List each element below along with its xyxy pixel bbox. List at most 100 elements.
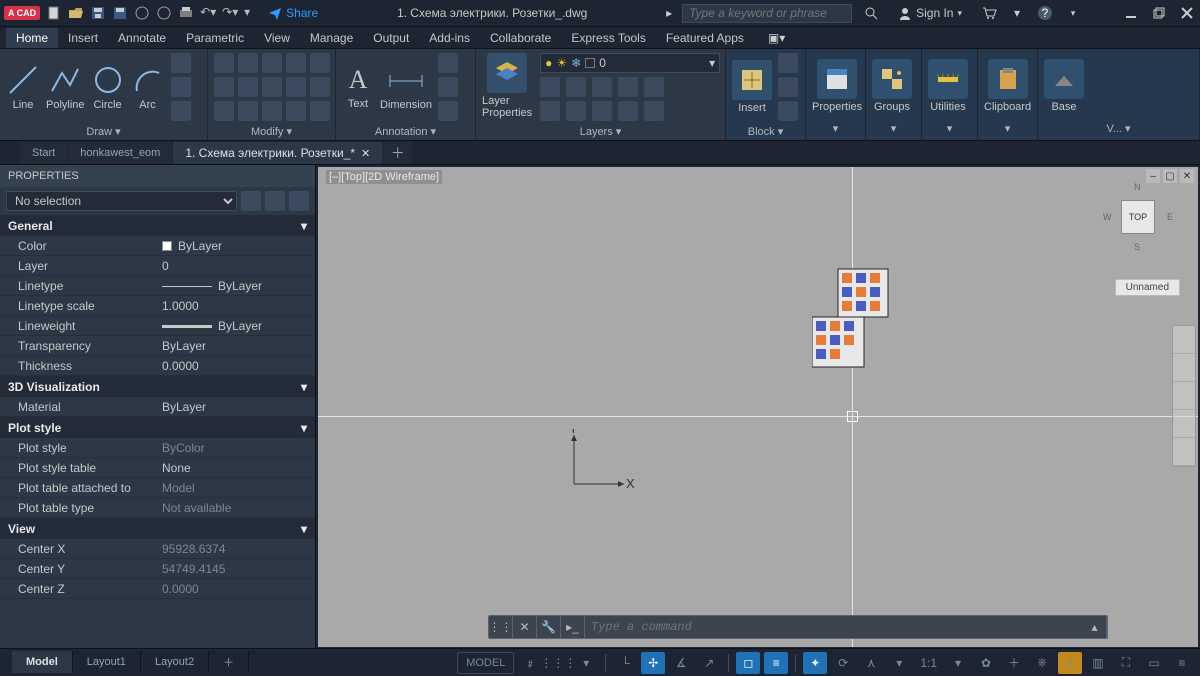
tab-manage[interactable]: Manage [300,28,363,48]
help-dropdown-icon[interactable]: ▾ [1064,4,1082,22]
window-restore-icon[interactable] [1150,4,1168,22]
grid-icon[interactable]: ﹟ [518,652,542,674]
prop-row[interactable]: Thickness0.0000 [0,356,315,376]
docname-next-icon[interactable]: ▸ [666,6,672,20]
new-icon[interactable] [46,5,62,21]
command-input[interactable] [585,620,1083,634]
cleanscreen-icon[interactable]: ▭ [1142,652,1166,674]
panel-title-draw[interactable]: Draw ▾ [0,125,207,140]
properties-button[interactable]: Properties [812,59,862,113]
3dosnap-icon[interactable]: ⋏ [859,652,883,674]
tab-view[interactable]: View [254,28,300,48]
transparency-icon[interactable]: ✦ [803,652,827,674]
drawing-area[interactable]: [–][Top][2D Wireframe] – ▢ ✕ X [316,165,1200,649]
viewcube-face[interactable]: TOP [1121,200,1155,234]
panel-title-utilities[interactable]: ▾ [922,122,977,140]
prop-row[interactable]: Plot style tableNone [0,458,315,478]
tab-collaborate[interactable]: Collaborate [480,28,561,48]
file-tab-active[interactable]: 1. Схема электрики. Розетки_*✕ [173,142,383,164]
redo-icon[interactable]: ↷▾ [222,5,238,21]
offset-icon[interactable] [310,77,330,97]
prop-row[interactable]: Plot table attached toModel [0,478,315,498]
copy-icon[interactable] [214,77,234,97]
block-tool-icon[interactable] [778,101,798,121]
cart-icon[interactable] [980,4,998,22]
modify-tool-icon[interactable] [310,101,330,121]
table-icon[interactable] [438,77,458,97]
otrack-icon[interactable]: ↗ [697,652,721,674]
tab-parametric[interactable]: Parametric [176,28,254,48]
qat-dropdown-icon[interactable]: ▾ [244,5,260,21]
prop-row[interactable]: Plot table typeNot available [0,498,315,518]
window-close-icon[interactable] [1178,4,1196,22]
fillet-icon[interactable] [262,77,282,97]
cmd-history-icon[interactable]: ▴ [1083,616,1107,638]
groups-button[interactable]: Groups [872,59,912,113]
nav-pan-icon[interactable] [1173,354,1195,382]
line-button[interactable]: Line [6,63,40,111]
layout-tab-add[interactable]: ＋ [209,651,249,673]
panel-title-modify[interactable]: Modify ▾ [208,125,335,140]
tab-annotate[interactable]: Annotate [108,28,176,48]
prop-row[interactable]: Plot styleByColor [0,438,315,458]
save-web-icon[interactable] [156,5,172,21]
cycling-icon[interactable]: ⟳ [831,652,855,674]
save-icon[interactable] [90,5,106,21]
modify-tool-icon[interactable] [286,101,306,121]
prop-row[interactable]: LinetypeByLayer [0,276,315,296]
draw-tool-icon[interactable] [171,77,191,97]
panel-title-view[interactable]: V... ▾ [1038,122,1199,140]
mirror-icon[interactable] [238,77,258,97]
layer-tool-icon[interactable] [566,101,586,121]
snapmode-icon[interactable]: ⋮⋮⋮ [546,652,570,674]
file-tab-start[interactable]: Start [20,142,68,164]
osnap-icon[interactable]: ◻ [736,652,760,674]
viewcube[interactable]: N S E W TOP [1103,182,1173,252]
panel-title-groups[interactable]: ▾ [866,122,921,140]
panel-title-block[interactable]: Block ▾ [726,125,805,140]
utilities-button[interactable]: Utilities [928,59,968,113]
hardware-accel-icon[interactable]: ⛶ [1114,652,1138,674]
quickselect-icon[interactable] [241,191,261,211]
close-icon[interactable]: ✕ [361,147,370,160]
nav-zoom-icon[interactable] [1173,382,1195,410]
leader-icon[interactable] [438,53,458,73]
isolate-icon[interactable]: ▥ [1086,652,1110,674]
prop-group-header[interactable]: Plot style▾ [0,417,315,438]
prop-row[interactable]: Layer0 [0,256,315,276]
cmd-handle-icon[interactable]: ⋮⋮ [489,616,513,638]
annomonitor-icon[interactable]: ＋ [1002,652,1026,674]
infer-icon[interactable]: ▾ [574,652,598,674]
cmd-close-icon[interactable]: ✕ [513,616,537,638]
units-icon[interactable]: ⎈ [1030,652,1054,674]
tab-home[interactable]: Home [6,28,58,48]
viewport-label[interactable]: [–][Top][2D Wireframe] [326,170,442,184]
layer-make-current-icon[interactable] [618,77,638,97]
tab-featured-apps[interactable]: Featured Apps [656,28,754,48]
selection-combo[interactable]: No selection [6,191,237,211]
prop-group-header[interactable]: View▾ [0,518,315,539]
tab-addins[interactable]: Add-ins [419,28,480,48]
viewport-minimize-icon[interactable]: – [1146,169,1160,183]
stretch-icon[interactable] [214,101,234,121]
draw-tool-icon[interactable] [171,53,191,73]
customize-status-icon[interactable]: ≡ [1170,652,1194,674]
viewcube-e[interactable]: E [1167,212,1173,222]
layer-tool-icon[interactable] [540,101,560,121]
circle-button[interactable]: Circle [91,63,125,111]
layout-tab-model[interactable]: Model [12,651,73,673]
layer-combo[interactable]: ●☀❄ 0 ▾ [540,53,720,73]
layer-tool-icon[interactable] [592,101,612,121]
prop-row[interactable]: MaterialByLayer [0,397,315,417]
ortho-icon[interactable]: └ [613,652,637,674]
selectobjects-icon[interactable] [265,191,285,211]
panel-title-properties[interactable]: ▾ [806,122,865,140]
rotate-icon[interactable] [238,53,258,73]
array-icon[interactable] [286,77,306,97]
prop-row[interactable]: Center Z0.0000 [0,579,315,599]
window-minimize-icon[interactable] [1122,4,1140,22]
nav-wheel-icon[interactable] [1173,326,1195,354]
prop-group-header[interactable]: General▾ [0,215,315,236]
layer-tool-icon[interactable] [644,101,664,121]
trim-icon[interactable] [262,53,282,73]
